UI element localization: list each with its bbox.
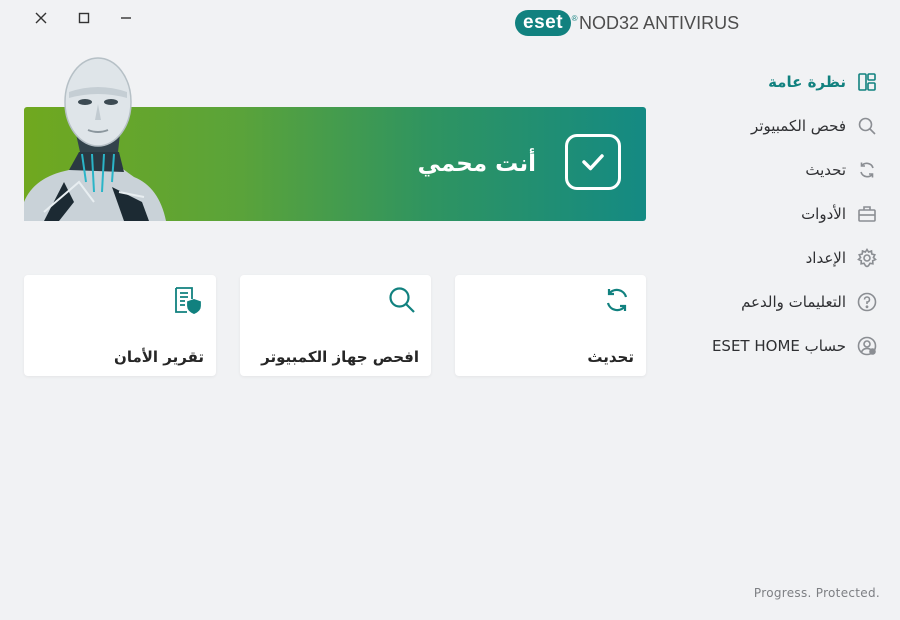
maximize-button[interactable] xyxy=(73,8,95,28)
sidebar-item-label: فحص الكمبيوتر xyxy=(751,117,846,135)
logo-text: eset xyxy=(523,12,564,33)
sidebar-item-label: الأدوات xyxy=(801,205,846,223)
sidebar-item-tools[interactable]: الأدوات xyxy=(668,192,878,236)
sidebar-item-help[interactable]: التعليمات والدعم xyxy=(668,280,878,324)
sidebar-nav: نظرة عامة فحص الكمبيوتر تحديث الأدوات ال… xyxy=(668,60,878,368)
card-label: تقرير الأمان xyxy=(114,348,204,366)
brand: eset ® NOD32 ANTIVIRUS xyxy=(515,10,739,36)
minimize-button[interactable] xyxy=(115,8,137,28)
sidebar-item-setup[interactable]: الإعداد xyxy=(668,236,878,280)
minimize-icon xyxy=(121,17,131,19)
update-card[interactable]: تحديث xyxy=(455,275,646,376)
product-name: NOD32 ANTIVIRUS xyxy=(579,12,740,33)
maximize-icon xyxy=(78,12,90,24)
sidebar-item-label: نظرة عامة xyxy=(768,73,846,91)
sidebar-item-label: حساب ESET HOME xyxy=(711,337,846,355)
refresh-icon xyxy=(856,159,878,181)
card-label: تحديث xyxy=(587,348,634,366)
help-icon xyxy=(856,291,878,313)
robot-mascot xyxy=(24,57,166,221)
search-icon xyxy=(387,285,417,315)
security-report-card[interactable]: تقرير الأمان xyxy=(24,275,216,376)
account-icon xyxy=(856,335,878,357)
scan-computer-card[interactable]: افحص جهاز الكمبيوتر xyxy=(240,275,431,376)
sidebar-item-label: الإعداد xyxy=(805,249,846,267)
sidebar-item-update[interactable]: تحديث xyxy=(668,148,878,192)
footer-tagline: Progress. Protected. xyxy=(753,586,880,600)
security-report-icon xyxy=(172,285,202,315)
sidebar-item-label: التعليمات والدعم xyxy=(741,293,846,311)
protection-status-text: أنت محمي xyxy=(417,151,536,177)
refresh-icon xyxy=(602,285,632,315)
checkmark-icon xyxy=(565,134,621,190)
overview-icon xyxy=(856,71,878,93)
sidebar-item-overview[interactable]: نظرة عامة xyxy=(668,60,878,104)
eset-logo: eset ® xyxy=(515,10,577,36)
sidebar-item-label: تحديث xyxy=(805,161,846,179)
search-icon xyxy=(856,115,878,137)
card-label: افحص جهاز الكمبيوتر xyxy=(261,348,419,366)
close-button[interactable] xyxy=(30,8,52,28)
sidebar-item-scan[interactable]: فحص الكمبيوتر xyxy=(668,104,878,148)
sidebar-item-account[interactable]: حساب ESET HOME xyxy=(668,324,878,368)
gear-icon xyxy=(856,247,878,269)
registered-mark: ® xyxy=(571,14,579,23)
close-icon xyxy=(35,12,47,24)
toolbox-icon xyxy=(856,203,878,225)
